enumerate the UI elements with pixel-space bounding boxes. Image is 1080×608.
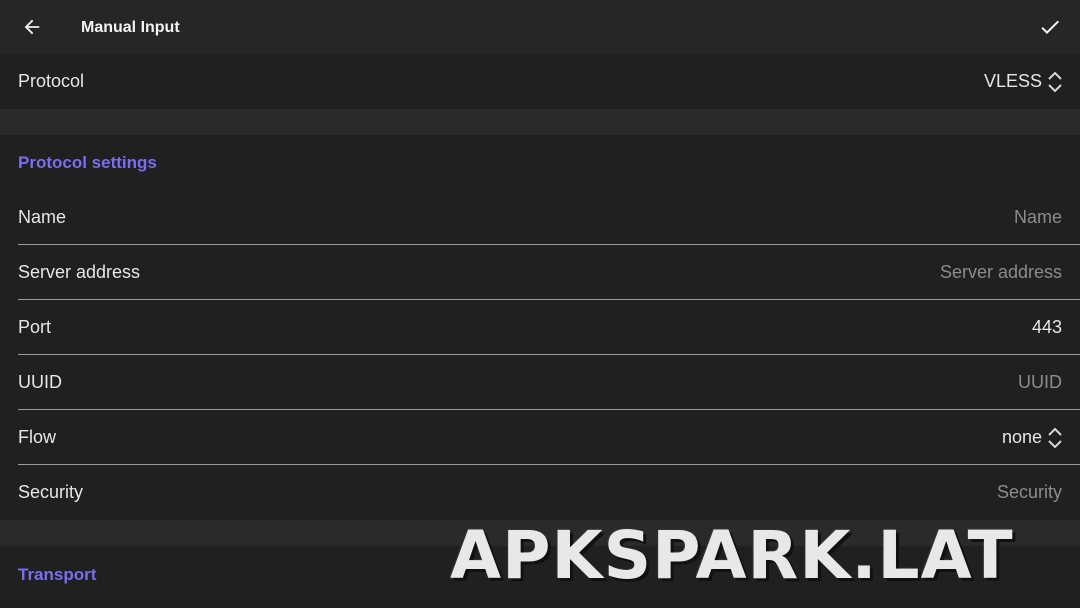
confirm-button[interactable] bbox=[1032, 9, 1068, 45]
uuid-label: UUID bbox=[18, 372, 62, 392]
chevron-up-down-icon bbox=[1048, 427, 1062, 448]
check-icon bbox=[1041, 20, 1059, 34]
protocol-row[interactable]: Protocol VLESS bbox=[0, 54, 1080, 109]
security-input[interactable]: Security bbox=[997, 465, 1062, 520]
security-label: Security bbox=[18, 482, 84, 502]
server-address-input[interactable]: Server address bbox=[940, 245, 1062, 300]
protocol-settings-header: Protocol settings bbox=[0, 135, 1080, 190]
flow-select[interactable]: none bbox=[1002, 410, 1064, 465]
back-button[interactable] bbox=[14, 9, 50, 45]
page-title: Manual Input bbox=[81, 19, 180, 36]
name-field-row[interactable]: Name Name bbox=[0, 190, 1080, 245]
arrow-left-icon bbox=[24, 19, 40, 35]
app-bar: Manual Input bbox=[0, 0, 1080, 54]
port-field-row[interactable]: Port 443 bbox=[0, 300, 1080, 355]
port-input[interactable]: 443 bbox=[1032, 300, 1062, 355]
protocol-select[interactable]: VLESS bbox=[984, 54, 1064, 109]
chevron-up-down-icon bbox=[1048, 71, 1062, 92]
protocol-settings-title: Protocol settings bbox=[18, 153, 157, 172]
section-spacer bbox=[0, 109, 1080, 135]
server-address-label: Server address bbox=[18, 262, 141, 282]
uuid-input[interactable]: UUID bbox=[1018, 355, 1062, 410]
security-field-row[interactable]: Security Security bbox=[0, 465, 1080, 520]
port-label: Port bbox=[18, 317, 52, 337]
flow-label: Flow bbox=[18, 427, 57, 447]
transport-title: Transport bbox=[18, 565, 97, 584]
name-input[interactable]: Name bbox=[1014, 190, 1062, 245]
watermark-text: APKSPARK.LAT bbox=[450, 517, 1014, 594]
name-label: Name bbox=[18, 207, 67, 227]
uuid-field-row[interactable]: UUID UUID bbox=[0, 355, 1080, 410]
server-address-field-row[interactable]: Server address Server address bbox=[0, 245, 1080, 300]
protocol-value: VLESS bbox=[983, 71, 1042, 91]
protocol-label: Protocol bbox=[18, 71, 85, 91]
flow-field-row[interactable]: Flow none bbox=[0, 410, 1080, 465]
flow-value: none bbox=[1001, 427, 1042, 447]
